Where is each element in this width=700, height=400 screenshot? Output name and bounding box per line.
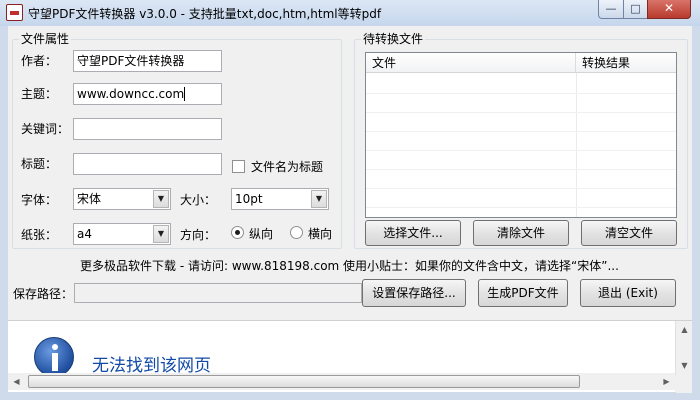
row-gridline (366, 131, 676, 132)
title-label: 标题： (21, 157, 58, 171)
size-label: 大小： (180, 193, 217, 207)
file-properties-group: 文件属性 作者： 守望PDF文件转换器 主题： www.downcc.com 关… (12, 32, 342, 249)
column-divider (576, 73, 577, 217)
scroll-up-icon[interactable]: ▲ (676, 321, 693, 338)
file-properties-title: 文件属性 (19, 32, 72, 46)
column-header-result[interactable]: 转换结果 (576, 53, 676, 73)
text-caret (184, 87, 186, 101)
scroll-left-icon[interactable]: ◀ (8, 373, 25, 390)
maximize-button[interactable]: □ (623, 0, 648, 19)
chevron-down-icon[interactable]: ▼ (153, 225, 169, 243)
paper-label: 纸张： (21, 228, 58, 242)
landscape-label: 横向 (308, 227, 333, 241)
empty-files-button[interactable]: 清空文件 (581, 220, 677, 246)
chevron-down-icon[interactable]: ▼ (311, 190, 327, 208)
minimize-button[interactable]: — (598, 0, 624, 19)
pending-files-group: 待转换文件 文件 转换结果 选择文件... 清除文件 清空文件 (354, 32, 688, 249)
orientation-label: 方向： (180, 228, 217, 242)
info-icon (34, 337, 74, 377)
column-header-file[interactable]: 文件 (366, 53, 576, 73)
exit-button[interactable]: 退出 (Exit) (580, 279, 676, 307)
subject-input[interactable]: www.downcc.com (73, 83, 222, 105)
file-list[interactable]: 文件 转换结果 (365, 52, 677, 218)
author-input[interactable]: 守望PDF文件转换器 (73, 50, 222, 72)
keywords-label: 关键词： (21, 122, 70, 136)
subject-label: 主题： (21, 87, 58, 101)
font-value: 宋体 (77, 192, 102, 206)
scroll-right-icon[interactable]: ▶ (658, 373, 675, 390)
save-path-label: 保存路径： (13, 287, 74, 301)
row-gridline (366, 150, 676, 151)
scroll-down-icon[interactable]: ▼ (676, 357, 693, 374)
file-list-header: 文件 转换结果 (366, 53, 676, 73)
row-gridline (366, 188, 676, 189)
pending-files-title: 待转换文件 (361, 32, 426, 46)
save-path-input[interactable] (74, 283, 362, 303)
size-select[interactable]: 10pt ▼ (231, 188, 329, 210)
author-label: 作者： (21, 54, 58, 68)
portrait-label: 纵向 (249, 227, 274, 241)
row-gridline (366, 93, 676, 94)
size-value: 10pt (235, 192, 263, 206)
pdf-app-icon (6, 4, 23, 21)
portrait-radio[interactable] (231, 226, 244, 239)
font-select[interactable]: 宋体 ▼ (73, 188, 171, 210)
clear-files-button[interactable]: 清除文件 (473, 220, 569, 246)
window-title: 守望PDF文件转换器 v3.0.0 - 支持批量txt,doc,htm,html… (28, 7, 382, 21)
filename-as-title-label: 文件名为标题 (251, 160, 324, 174)
row-gridline (366, 207, 676, 208)
paper-value: a4 (77, 227, 92, 241)
keywords-input[interactable] (73, 118, 222, 140)
chevron-down-icon[interactable]: ▼ (153, 190, 169, 208)
paper-select[interactable]: a4 ▼ (73, 223, 171, 245)
horizontal-scrollbar[interactable]: ◀ ▶ (8, 373, 675, 390)
resize-grip[interactable] (675, 375, 692, 392)
tip-text: 更多极品软件下载 - 请访问: www.818198.com 使用小贴士：如果你… (80, 259, 619, 273)
row-gridline (366, 112, 676, 113)
font-label: 字体： (21, 193, 58, 207)
filename-as-title-checkbox[interactable] (232, 160, 245, 173)
title-input[interactable] (73, 153, 222, 175)
set-save-path-button[interactable]: 设置保存路径... (362, 279, 466, 307)
horizontal-scroll-thumb[interactable] (28, 375, 580, 388)
embedded-browser: 无法找到该网页 ▲ ▼ ◀ ▶ (8, 320, 693, 393)
select-files-button[interactable]: 选择文件... (365, 220, 461, 246)
subject-value: www.downcc.com (77, 87, 185, 101)
close-button[interactable]: ✕ (647, 0, 691, 19)
generate-pdf-button[interactable]: 生成PDF文件 (478, 279, 568, 307)
row-gridline (366, 169, 676, 170)
landscape-radio[interactable] (290, 226, 303, 239)
title-bar: 守望PDF文件转换器 v3.0.0 - 支持批量txt,doc,htm,html… (0, 0, 700, 26)
